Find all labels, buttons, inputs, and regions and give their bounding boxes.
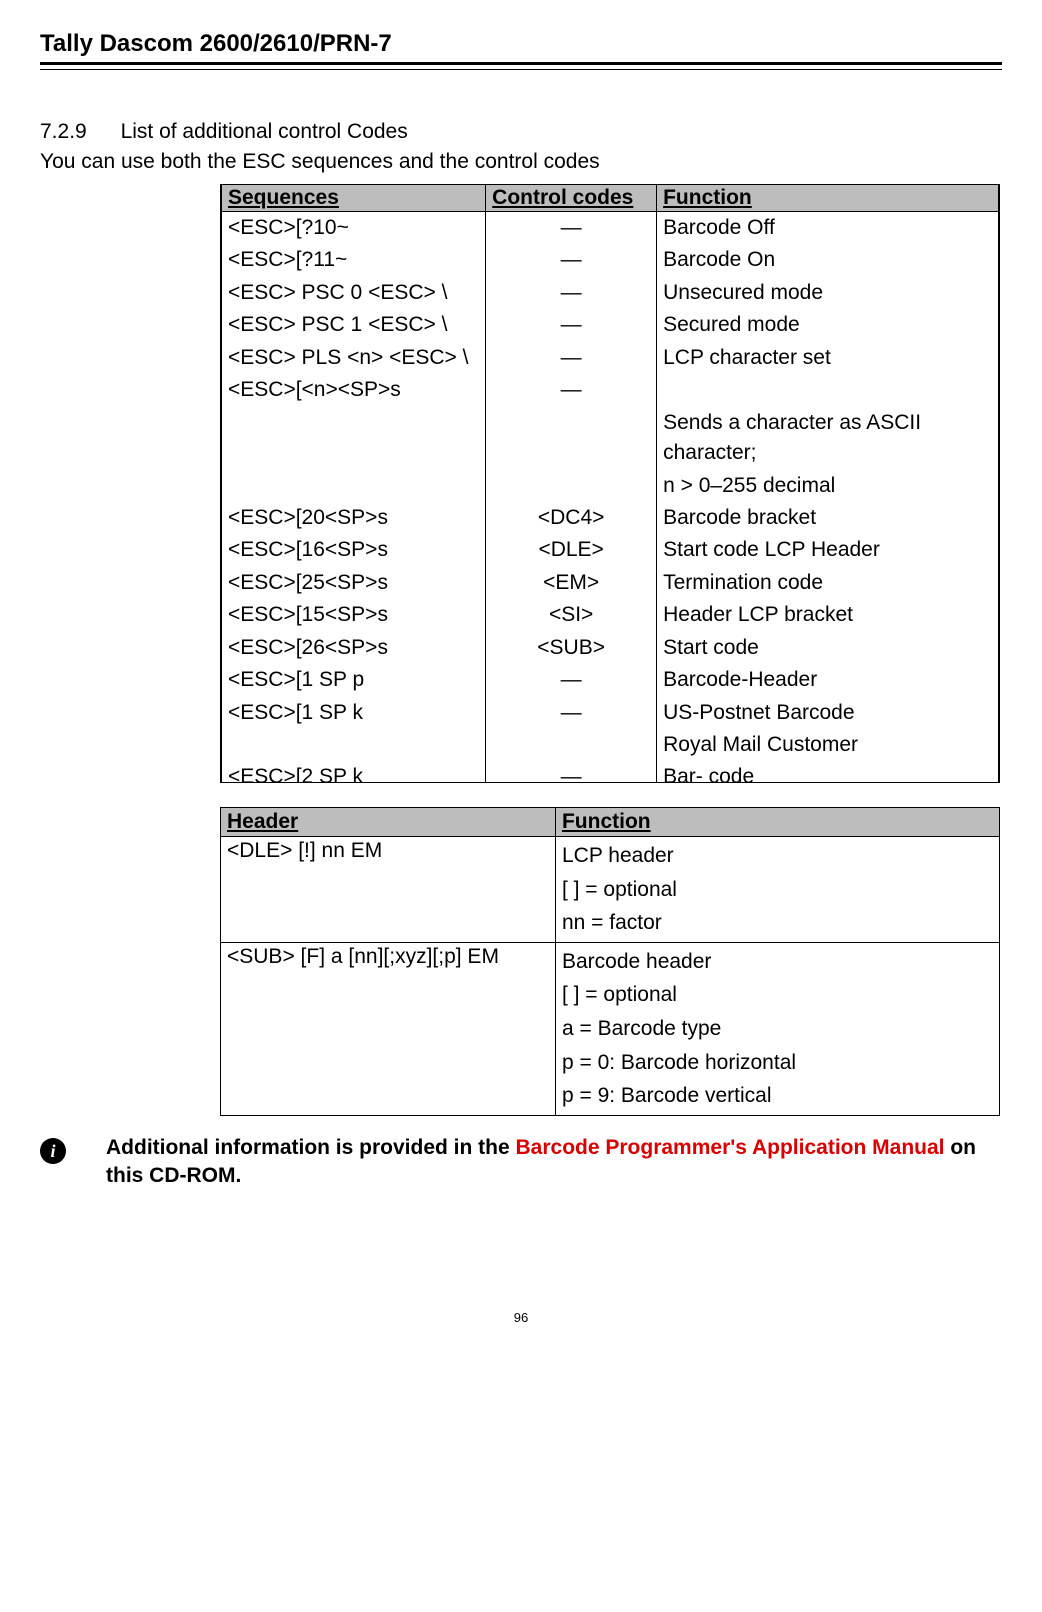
table-row: <ESC>[1 SP k—US-Postnet Barcode — [222, 697, 999, 729]
table-row: <ESC>[?10~—Barcode Off — [222, 212, 999, 245]
section-intro: You can use both the ESC sequences and t… — [40, 150, 1002, 174]
table-row: <ESC>[<n><SP>s— — [222, 374, 999, 406]
table-row: n > 0–255 decimal — [222, 470, 999, 502]
table-row: <ESC>[?11~—Barcode On — [222, 244, 999, 276]
table-row: <ESC> PSC 1 <ESC> \—Secured mode — [222, 309, 999, 341]
col-control-codes: Control codes — [486, 185, 657, 212]
col-function: Function — [657, 185, 999, 212]
table-row: <ESC>[15<SP>s<SI>Header LCP bracket — [222, 599, 999, 631]
table-row: <SUB> [F] a [nn][;xyz][;p] EM Barcode he… — [221, 942, 1000, 1115]
control-codes-table: Sequences Control codes Function <ESC>[?… — [221, 184, 999, 783]
col-header: Header — [221, 808, 556, 837]
table-row: <ESC>[1 SP p—Barcode-Header — [222, 664, 999, 696]
header-function-table: Header Function <DLE> [!] nn EM LCP head… — [220, 807, 1000, 1116]
table-row: <ESC>[16<SP>s<DLE>Start code LCP Header — [222, 534, 999, 566]
section-title: List of additional control Codes — [121, 120, 408, 143]
table-row: <ESC>[20<SP>s<DC4>Barcode bracket — [222, 502, 999, 534]
info-icon: i — [40, 1138, 66, 1164]
note-prefix: Additional information is provided in th… — [106, 1136, 516, 1159]
section-heading: 7.2.9 List of additional control Codes — [40, 120, 1002, 144]
table-header-row: Header Function — [221, 808, 1000, 837]
control-codes-table-wrap: Sequences Control codes Function <ESC>[?… — [220, 184, 1000, 783]
table-row: <ESC>[2 SP k—Bar- code — [222, 761, 999, 783]
info-text: Additional information is provided in th… — [106, 1134, 1002, 1191]
table-row: <ESC>[26<SP>s<SUB>Start code — [222, 632, 999, 664]
table-row: <ESC> PSC 0 <ESC> \—Unsecured mode — [222, 277, 999, 309]
page-number: 96 — [40, 1310, 1002, 1325]
header-function-table-wrap: Header Function <DLE> [!] nn EM LCP head… — [220, 807, 1000, 1116]
section-number: 7.2.9 — [40, 120, 87, 144]
table-header-row: Sequences Control codes Function — [222, 185, 999, 212]
col-function: Function — [555, 808, 999, 837]
table-row: <ESC> PLS <n> <ESC> \—LCP character set — [222, 342, 999, 374]
note-link[interactable]: Barcode Programmer's Application Manual — [516, 1136, 945, 1159]
table-row: Royal Mail Customer — [222, 729, 999, 761]
header-cell: <SUB> [F] a [nn][;xyz][;p] EM — [221, 942, 556, 1115]
function-cell: LCP header [ ] = optional nn = factor — [555, 837, 999, 943]
header-cell: <DLE> [!] nn EM — [221, 837, 556, 943]
function-cell: Barcode header [ ] = optional a = Barcod… — [555, 942, 999, 1115]
table-row: <ESC>[25<SP>s<EM>Termination code — [222, 567, 999, 599]
col-sequences: Sequences — [222, 185, 486, 212]
table-row: Sends a character as ASCII character; — [222, 407, 999, 470]
info-note: i Additional information is provided in … — [40, 1134, 1002, 1191]
header-rule — [40, 62, 1002, 70]
table-row: <DLE> [!] nn EM LCP header [ ] = optiona… — [221, 837, 1000, 943]
document-header-title: Tally Dascom 2600/2610/PRN-7 — [40, 30, 1002, 58]
